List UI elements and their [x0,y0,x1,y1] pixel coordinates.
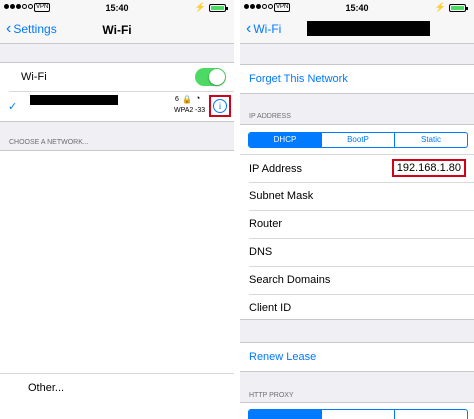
redacted-network-title [307,21,430,36]
lock-icon: 🔒 [182,95,192,104]
choose-network-header: CHOOSE A NETWORK... [9,139,89,146]
highlight-box [209,95,231,117]
renew-label: Renew Lease [249,351,317,363]
wifi-toggle[interactable] [195,68,226,86]
nav-bar: ‹ Settings Wi-Fi [0,16,234,44]
renew-lease-button[interactable]: Renew Lease [240,343,474,371]
checkmark-icon: ✓ [8,100,18,113]
ip-mode-segmented: DHCP BootP Static [248,132,468,148]
dns-label: DNS [249,246,273,258]
signal-strength-label: -33 [195,107,206,114]
charging-icon: ⚡ [194,2,206,12]
forget-network-button[interactable]: Forget This Network [240,65,474,93]
network-detail-screen: VPN 15:40 ⚡ ‹ Wi-Fi Forget This Network … [240,0,474,419]
client-id-row[interactable]: Client ID [240,294,474,322]
segment-dhcp[interactable]: DHCP [249,133,321,147]
subnet-mask-label: Subnet Mask [249,190,314,202]
segment-bootp[interactable]: BootP [321,133,394,147]
redacted-network-name [30,95,118,105]
page-title: Wi-Fi [102,23,132,37]
segment-static[interactable]: Static [394,133,467,147]
back-button[interactable]: ‹ Wi-Fi [246,20,282,37]
security-label: WPA2 [174,107,194,114]
charging-icon: ⚡ [434,2,446,12]
proxy-segment-3[interactable] [394,410,467,419]
wifi-screen: VPN 15:40 ⚡ ‹ Settings Wi-Fi Wi-Fi ✓ 6 🔒… [0,0,234,419]
router-label: Router [249,218,283,230]
proxy-segment-1[interactable] [249,410,321,419]
search-domains-row[interactable]: Search Domains [240,266,474,294]
wifi-toggle-row: Wi-Fi [0,63,234,91]
renew-group: Renew Lease [240,342,474,372]
connected-network-row[interactable]: ✓ 6 🔒 WPA2 ◔ -33 i [0,91,234,121]
network-list: Other... [0,150,234,419]
other-label: Other... [28,381,65,394]
back-label: Wi-Fi [253,22,282,36]
http-proxy-header: HTTP PROXY [249,392,294,399]
ip-group: DHCP BootP Static IP Address 192.168.1.8… [240,124,474,320]
wifi-group: Wi-Fi ✓ 6 🔒 WPA2 ◔ -33 i [0,62,234,122]
ip-address-row: IP Address 192.168.1.80 [240,154,474,182]
client-id-label: Client ID [249,302,292,314]
wifi-label: Wi-Fi [21,71,47,83]
proxy-segment-2[interactable] [321,410,394,419]
wifi-signal-icon: ◔ [195,93,201,103]
toggle-knob [209,69,225,85]
lock-channel-label: 6 [175,96,179,103]
forget-label: Forget This Network [249,73,348,85]
battery-icon [209,4,228,12]
search-domains-label: Search Domains [249,274,331,286]
router-row: Router [240,210,474,238]
forget-group: Forget This Network [240,64,474,94]
other-network-row[interactable]: Other... [0,373,234,401]
chevron-left-icon: ‹ [246,20,252,37]
proxy-group [240,402,474,419]
proxy-mode-segmented [248,409,468,419]
battery-icon [449,4,468,12]
subnet-mask-row: Subnet Mask [240,182,474,210]
ip-rows: IP Address 192.168.1.80 Subnet Mask Rout… [240,154,474,322]
nav-bar: ‹ Wi-Fi [240,16,474,44]
ip-address-header: IP ADDRESS [249,113,291,120]
ip-address-value: 192.168.1.80 [391,159,466,177]
ip-address-label: IP Address [249,162,302,175]
dns-row[interactable]: DNS [240,238,474,266]
status-bar: VPN 15:40 ⚡ [0,0,234,16]
status-bar: VPN 15:40 ⚡ [240,0,474,16]
